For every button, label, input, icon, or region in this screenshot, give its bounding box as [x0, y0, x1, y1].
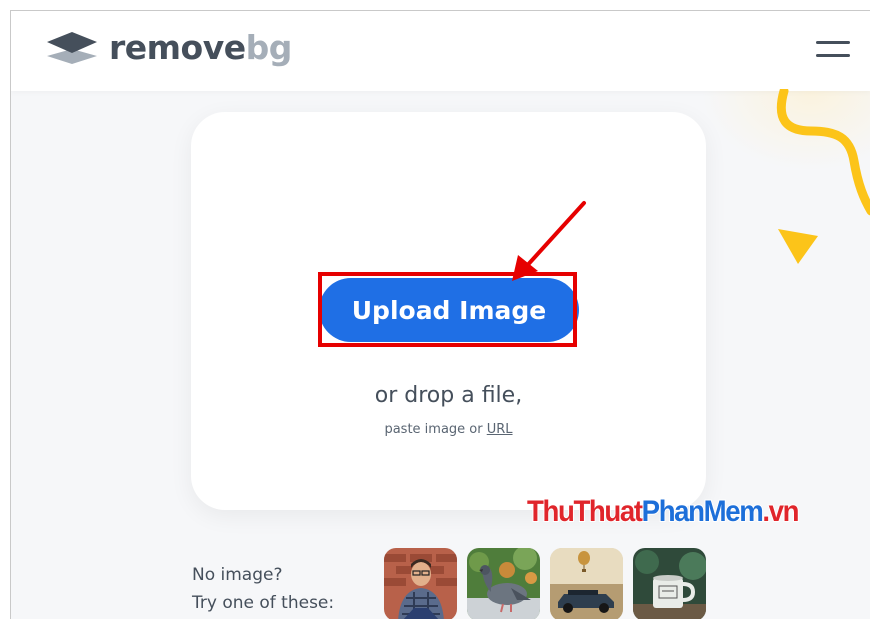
layers-logo-icon [47, 32, 97, 64]
logo-wordmark: removebg [109, 28, 292, 67]
sample-image-person[interactable] [384, 548, 457, 619]
watermark-part-3: .vn [761, 494, 800, 529]
watermark-part-2: PhanMem [641, 494, 765, 529]
sample-image-mug[interactable] [633, 548, 706, 619]
watermark-part-1: ThuThuat [526, 494, 644, 529]
sample-prompt-line-2: Try one of these: [192, 593, 335, 613]
browser-viewport: removebg Upload Image or drop a file, pa… [10, 10, 870, 619]
upload-card[interactable]: Upload Image or drop a file, paste image… [191, 112, 706, 510]
sample-prompt: No image? Try one of these: [192, 561, 334, 617]
sample-image-pigeon[interactable] [467, 548, 540, 619]
site-header: removebg [11, 11, 870, 91]
paste-hint: paste image or URL [191, 422, 706, 437]
removebg-logo[interactable]: removebg [45, 27, 292, 67]
logo-text-bg: bg [245, 27, 293, 67]
logo-text-remove: remove [109, 27, 246, 67]
decorative-squiggle [776, 89, 870, 264]
drop-file-text: or drop a file, [374, 383, 523, 408]
sample-prompt-line-1: No image? [192, 565, 283, 585]
sample-images [384, 548, 706, 619]
watermark-logo: ThuThuatPhanMem.vn [526, 494, 800, 535]
paste-hint-text: paste image or [384, 422, 487, 437]
red-arrow-annotation [512, 201, 586, 281]
sample-image-car[interactable] [550, 548, 623, 619]
hamburger-menu-icon[interactable] [816, 38, 850, 60]
upload-image-button[interactable]: Upload Image [319, 278, 579, 342]
url-link[interactable]: URL [487, 422, 513, 437]
